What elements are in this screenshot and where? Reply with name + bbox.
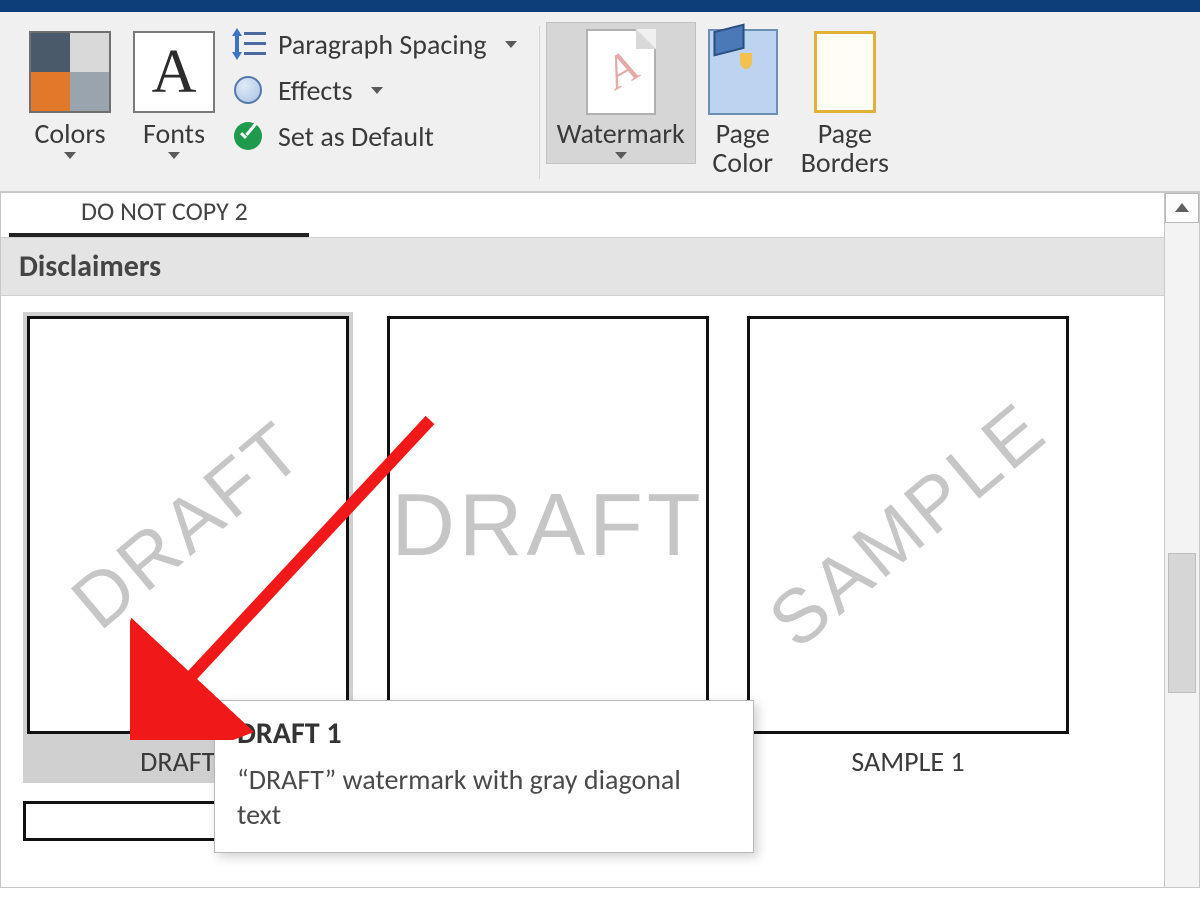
check-circle-icon xyxy=(234,122,262,150)
colors-button[interactable]: Colors xyxy=(18,22,122,164)
ribbon-stack-formatting: Paragraph Spacing Effects Set as Default xyxy=(226,22,525,154)
gallery-scrollbar[interactable] xyxy=(1165,193,1199,887)
chevron-down-icon xyxy=(505,41,517,48)
watermark-preview-text: DRAFT xyxy=(391,474,704,576)
paragraph-spacing-icon xyxy=(230,28,266,60)
watermark-preview-text: SAMPLE xyxy=(753,385,1064,665)
chevron-down-icon xyxy=(168,152,180,159)
set-default-label: Set as Default xyxy=(278,119,434,154)
ribbon-group-page-background: Watermark Page Color Page Borders xyxy=(546,22,900,183)
set-as-default-button[interactable]: Set as Default xyxy=(230,118,517,154)
gallery-thumb-sample-1[interactable]: SAMPLE SAMPLE 1 xyxy=(743,312,1073,783)
chevron-down-icon xyxy=(371,87,383,94)
ribbon-group-formatting: Colors A Fonts Paragraph Spacing xyxy=(18,22,525,164)
chevron-down-icon xyxy=(615,152,627,159)
chevron-up-icon xyxy=(1175,203,1189,212)
scroll-up-button[interactable] xyxy=(1165,193,1199,223)
page-borders-icon xyxy=(814,31,876,113)
watermark-preview-text: DRAFT xyxy=(55,404,320,646)
ribbon: Colors A Fonts Paragraph Spacing xyxy=(0,12,1200,192)
gallery-page-preview: DRAFT xyxy=(387,316,709,734)
page-borders-label: Page Borders xyxy=(801,117,889,178)
effects-button[interactable]: Effects xyxy=(230,72,517,108)
fonts-button[interactable]: A Fonts xyxy=(122,22,226,164)
colors-label: Colors xyxy=(34,117,105,148)
chevron-down-icon xyxy=(64,152,76,159)
fonts-label: Fonts xyxy=(143,117,205,148)
effects-icon xyxy=(234,76,262,104)
tooltip: DRAFT 1 “DRAFT” watermark with gray diag… xyxy=(214,700,754,853)
page-borders-button[interactable]: Page Borders xyxy=(790,22,900,183)
title-bar-strip xyxy=(0,0,1200,12)
watermark-icon xyxy=(586,29,656,115)
tooltip-description: “DRAFT” watermark with gray diagonal tex… xyxy=(237,762,731,832)
effects-label: Effects xyxy=(278,73,353,108)
page-color-button[interactable]: Page Color xyxy=(696,22,790,183)
gallery-page-preview: SAMPLE xyxy=(747,316,1069,734)
colors-swatch-icon xyxy=(29,31,111,113)
gallery-page-preview: DRAFT xyxy=(27,316,349,734)
gallery-section-header: Disclaimers xyxy=(1,237,1164,296)
gallery-prev-item-label[interactable]: DO NOT COPY 2 xyxy=(9,193,309,237)
scroll-thumb[interactable] xyxy=(1168,553,1196,693)
watermark-button[interactable]: Watermark xyxy=(546,22,696,164)
tooltip-title: DRAFT 1 xyxy=(237,715,731,752)
watermark-label: Watermark xyxy=(557,117,685,148)
paragraph-spacing-button[interactable]: Paragraph Spacing xyxy=(230,26,517,62)
gallery-thumb-caption: SAMPLE 1 xyxy=(851,734,964,779)
page-color-label: Page Color xyxy=(712,117,773,178)
paragraph-spacing-label: Paragraph Spacing xyxy=(278,27,487,62)
fonts-icon: A xyxy=(133,31,215,113)
ribbon-separator xyxy=(539,26,540,179)
paint-bucket-icon xyxy=(708,29,778,115)
